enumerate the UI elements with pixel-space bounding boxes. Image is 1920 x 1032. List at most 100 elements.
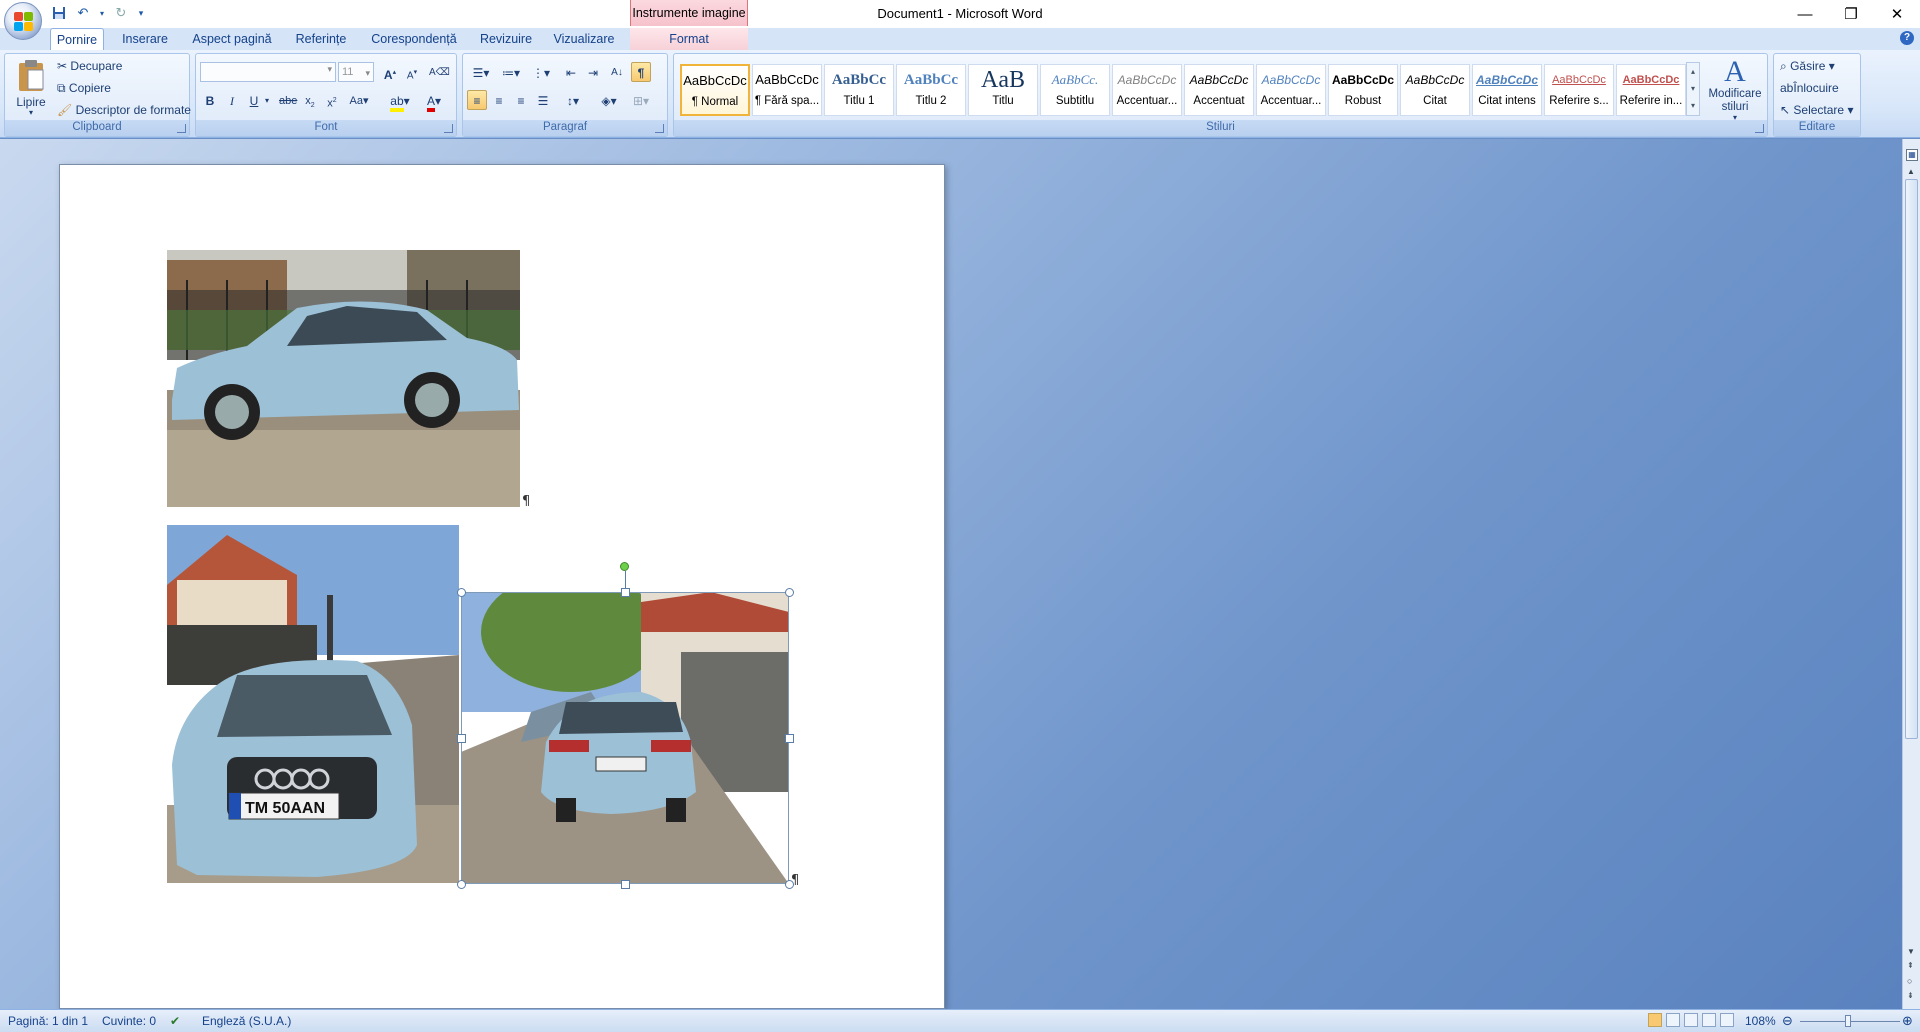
underline-icon[interactable]: U xyxy=(244,90,264,110)
resize-handle-right[interactable] xyxy=(785,734,794,743)
italic-icon[interactable]: I xyxy=(222,90,242,110)
previous-page-icon[interactable]: ⇞ xyxy=(1907,961,1914,970)
resize-handle-bottom-left[interactable] xyxy=(457,880,466,889)
change-case-icon[interactable]: Aa▾ xyxy=(346,90,372,110)
outline-view-icon[interactable] xyxy=(1702,1013,1716,1027)
proofing-icon[interactable]: ✔ xyxy=(170,1010,180,1032)
style-citat[interactable]: AaBbCcDc Citat xyxy=(1400,64,1470,116)
font-size-combo[interactable]: 11 xyxy=(338,62,374,82)
clear-formatting-icon[interactable]: A⌫ xyxy=(428,62,450,82)
document-canvas[interactable]: ¶ TM 50AAN ¶ xyxy=(0,139,1902,1009)
style-citat-intens[interactable]: AaBbCcDc Citat intens xyxy=(1472,64,1542,116)
resize-handle-top-left[interactable] xyxy=(457,588,466,597)
browse-object-icon[interactable]: ○ xyxy=(1907,976,1912,986)
restore-icon[interactable]: ❐ xyxy=(1828,0,1874,28)
bullets-icon[interactable]: ☰▾ xyxy=(467,62,495,82)
image-car-rear-selected[interactable] xyxy=(461,592,789,884)
grow-font-icon[interactable]: A▴ xyxy=(380,62,400,82)
style-titlu-1[interactable]: AaBbCc Titlu 1 xyxy=(824,64,894,116)
align-right-icon[interactable]: ≡ xyxy=(511,90,531,110)
undo-dropdown-icon[interactable]: ▾ xyxy=(98,4,106,22)
align-left-icon[interactable]: ≡ xyxy=(467,90,487,110)
style-fără-spa[interactable]: AaBbCcDc ¶ Fără spa... xyxy=(752,64,822,116)
vertical-scrollbar[interactable]: ▦ ▲ ▼ ⇞ ○ ⇟ xyxy=(1902,139,1920,1009)
tab-format[interactable]: Format xyxy=(630,28,748,50)
gallery-scroll[interactable]: ▴ ▾ ▾ xyxy=(1686,62,1700,116)
close-icon[interactable]: ✕ xyxy=(1874,0,1920,28)
sort-icon[interactable]: A↓ xyxy=(607,62,627,82)
style-subtitlu[interactable]: AaBbCc. Subtitlu xyxy=(1040,64,1110,116)
copy-button[interactable]: ⧉ Copiere xyxy=(57,78,111,98)
minimize-icon[interactable]: — xyxy=(1782,0,1828,28)
image-car-side[interactable] xyxy=(167,250,520,507)
zoom-in-icon[interactable]: ⊕ xyxy=(1902,1010,1913,1032)
select-button[interactable]: ↖ Selectare ▾ xyxy=(1780,100,1853,120)
save-icon[interactable] xyxy=(50,4,68,22)
change-styles-button[interactable]: A Modificare stiluri ▾ xyxy=(1704,56,1766,122)
resize-handle-left[interactable] xyxy=(457,734,466,743)
style-referire-in[interactable]: AaBbCcDc Referire in... xyxy=(1616,64,1686,116)
style-accentuar-6[interactable]: AaBbCcDc Accentuar... xyxy=(1112,64,1182,116)
zoom-out-icon[interactable]: ⊖ xyxy=(1782,1010,1793,1032)
resize-handle-top[interactable] xyxy=(621,588,630,597)
resize-handle-bottom[interactable] xyxy=(621,880,630,889)
align-center-icon[interactable]: ≡ xyxy=(489,90,509,110)
style-titlu[interactable]: AaB Titlu xyxy=(968,64,1038,116)
tab-inserare[interactable]: Inserare xyxy=(114,28,176,50)
rotation-handle-icon[interactable] xyxy=(620,562,629,571)
page-count[interactable]: Pagină: 1 din 1 xyxy=(8,1010,88,1032)
decrease-indent-icon[interactable]: ⇤ xyxy=(561,62,581,82)
line-spacing-icon[interactable]: ↕▾ xyxy=(559,90,587,110)
style-robust[interactable]: AaBbCcDc Robust xyxy=(1328,64,1398,116)
superscript-icon[interactable]: x2 xyxy=(322,90,342,110)
find-button[interactable]: ⌕ Găsire ▾ xyxy=(1780,56,1835,76)
help-icon[interactable]: ? xyxy=(1900,31,1914,45)
underline-dropdown-icon[interactable]: ▾ xyxy=(262,90,272,110)
replace-button[interactable]: abÎnlocuire xyxy=(1780,78,1839,98)
word-count[interactable]: Cuvinte: 0 xyxy=(102,1010,156,1032)
dialog-launcher-icon[interactable] xyxy=(444,124,453,133)
strikethrough-icon[interactable]: abe xyxy=(278,90,298,110)
undo-icon[interactable]: ↶ xyxy=(74,4,92,22)
scroll-down-icon[interactable]: ▼ xyxy=(1907,947,1915,956)
next-page-icon[interactable]: ⇟ xyxy=(1907,991,1914,1000)
font-name-combo[interactable] xyxy=(200,62,336,82)
resize-handle-top-right[interactable] xyxy=(785,588,794,597)
bold-icon[interactable]: B xyxy=(200,90,220,110)
zoom-slider-thumb[interactable] xyxy=(1845,1015,1851,1027)
cut-button[interactable]: ✂ Decupare xyxy=(57,56,122,76)
language-indicator[interactable]: Engleză (S.U.A.) xyxy=(202,1010,291,1032)
multilevel-list-icon[interactable]: ⋮▾ xyxy=(527,62,555,82)
resize-handle-bottom-right[interactable] xyxy=(785,880,794,889)
draft-view-icon[interactable] xyxy=(1720,1013,1734,1027)
shading-icon[interactable]: ◈▾ xyxy=(595,90,623,110)
show-formatting-marks-icon[interactable]: ¶ xyxy=(631,62,651,82)
style-accentuat[interactable]: AaBbCcDc Accentuat xyxy=(1184,64,1254,116)
scroll-up-icon[interactable]: ▲ xyxy=(1907,167,1915,176)
image-car-front[interactable]: TM 50AAN xyxy=(167,525,459,883)
tab-pornire[interactable]: Pornire xyxy=(50,28,104,50)
borders-icon[interactable]: ⊞▾ xyxy=(627,90,655,110)
style-normal[interactable]: AaBbCcDc ¶ Normal xyxy=(680,64,750,116)
style-referire-s[interactable]: AaBbCcDc Referire s... xyxy=(1544,64,1614,116)
paste-button[interactable]: Lipire ▾ xyxy=(9,56,53,118)
print-layout-view-icon[interactable] xyxy=(1648,1013,1662,1027)
tab-revizuire[interactable]: Revizuire xyxy=(474,28,538,50)
customize-qat-icon[interactable]: ▾ xyxy=(136,4,146,22)
tab-aspect-pagina[interactable]: Aspect pagină xyxy=(188,28,276,50)
shrink-font-icon[interactable]: A▾ xyxy=(402,62,422,82)
justify-icon[interactable]: ☰ xyxy=(533,90,553,110)
office-button[interactable] xyxy=(4,2,42,40)
format-painter-button[interactable]: 🖌 Descriptor de formate xyxy=(57,100,191,120)
subscript-icon[interactable]: x2 xyxy=(300,90,320,110)
style-titlu-2[interactable]: AaBbCc Titlu 2 xyxy=(896,64,966,116)
tab-referinte[interactable]: Referințe xyxy=(288,28,354,50)
full-screen-reading-view-icon[interactable] xyxy=(1666,1013,1680,1027)
increase-indent-icon[interactable]: ⇥ xyxy=(583,62,603,82)
web-layout-view-icon[interactable] xyxy=(1684,1013,1698,1027)
font-color-icon[interactable]: A▾ xyxy=(420,90,448,112)
numbering-icon[interactable]: ≔▾ xyxy=(497,62,525,82)
tab-vizualizare[interactable]: Vizualizare xyxy=(548,28,620,50)
tab-corespondenta[interactable]: Corespondență xyxy=(366,28,462,50)
redo-icon[interactable]: ↻ xyxy=(112,4,130,22)
